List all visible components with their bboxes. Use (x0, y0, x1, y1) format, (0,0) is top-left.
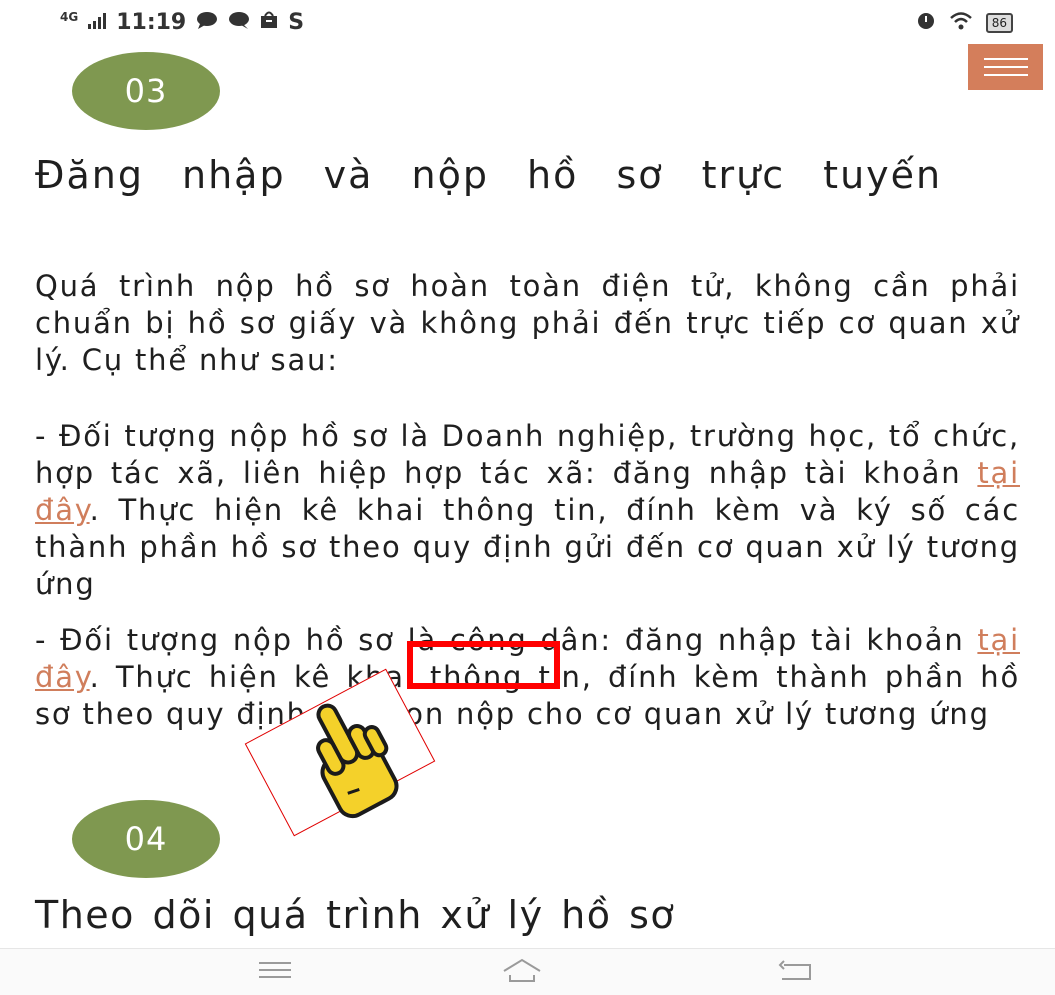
menu-line (983, 74, 1028, 76)
system-navigation-bar (0, 948, 1055, 995)
step-badge-04: 04 (72, 800, 220, 878)
menu-line (983, 66, 1028, 68)
business-text-after: . Thực hiện kê khai thông tin, đính kèm … (35, 493, 1020, 601)
pointing-hand-icon (285, 690, 425, 830)
network-type: 4G (60, 9, 79, 24)
intro-paragraph: Quá trình nộp hồ sơ hoàn toàn điện tử, k… (35, 269, 1020, 377)
highlight-box (407, 641, 560, 689)
signal-icon (88, 10, 107, 35)
status-bar: 4G 11:19 S 86 (0, 0, 1055, 44)
section-heading-login: Đăng nhập và nộp hồ sơ trực tuyến (35, 153, 943, 197)
alarm-icon (916, 10, 936, 35)
chat-bubble-icon (196, 10, 218, 35)
status-bar-left: 4G 11:19 S (60, 10, 304, 35)
status-bar-right: 86 (916, 10, 1013, 35)
home-icon[interactable] (500, 955, 541, 985)
back-icon[interactable] (776, 955, 816, 985)
recent-apps-icon[interactable] (255, 955, 295, 985)
wifi-icon (949, 11, 972, 35)
message-icon (228, 10, 250, 35)
shopping-bag-icon (260, 10, 278, 35)
carrier-letter: S (288, 10, 305, 35)
step-badge-03: 03 (72, 52, 220, 130)
business-instructions-paragraph: - Đối tượng nộp hồ sơ là Doanh nghiệp, t… (35, 418, 1020, 603)
status-time: 11:19 (116, 10, 187, 35)
menu-line (983, 58, 1028, 60)
section-heading-tracking: Theo dõi quá trình xử lý hồ sơ (35, 893, 676, 937)
battery-icon: 86 (985, 12, 1013, 33)
business-text-before: - Đối tượng nộp hồ sơ là Doanh nghiệp, t… (35, 419, 1020, 490)
hamburger-menu-button[interactable] (968, 44, 1043, 90)
